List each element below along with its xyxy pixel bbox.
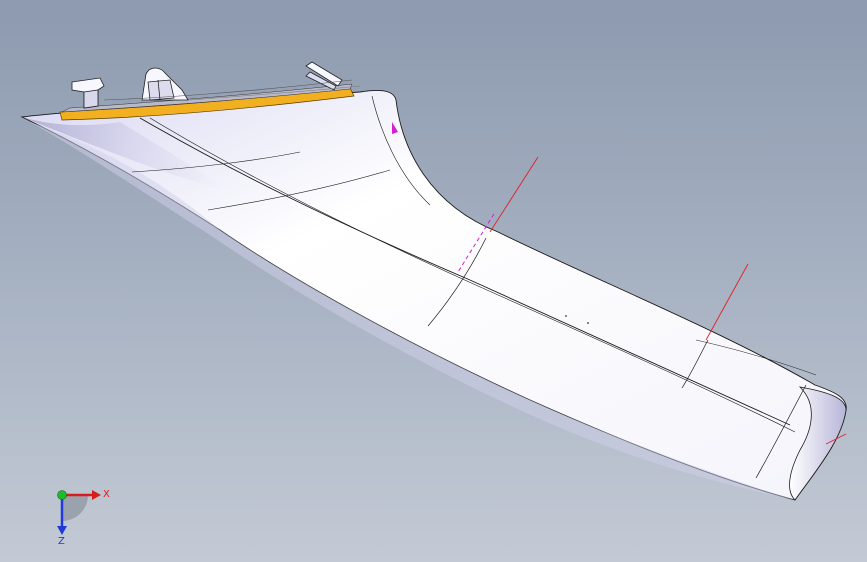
z-axis-arrowhead bbox=[57, 526, 67, 535]
y-axis-dot bbox=[57, 490, 67, 500]
axis-triad[interactable]: X Z bbox=[57, 489, 110, 547]
point-marker bbox=[587, 322, 589, 324]
mounting-clip-front[interactable] bbox=[71, 77, 105, 109]
z-axis-label: Z bbox=[58, 536, 65, 547]
x-axis-label: X bbox=[103, 489, 110, 500]
model-canvas[interactable]: X Z bbox=[0, 0, 867, 562]
3d-viewport[interactable]: X Z bbox=[0, 0, 867, 562]
x-axis-arrowhead bbox=[92, 490, 101, 500]
point-marker bbox=[565, 315, 567, 317]
mounting-clip-middle[interactable] bbox=[141, 67, 189, 101]
triad-shadow bbox=[62, 495, 88, 521]
